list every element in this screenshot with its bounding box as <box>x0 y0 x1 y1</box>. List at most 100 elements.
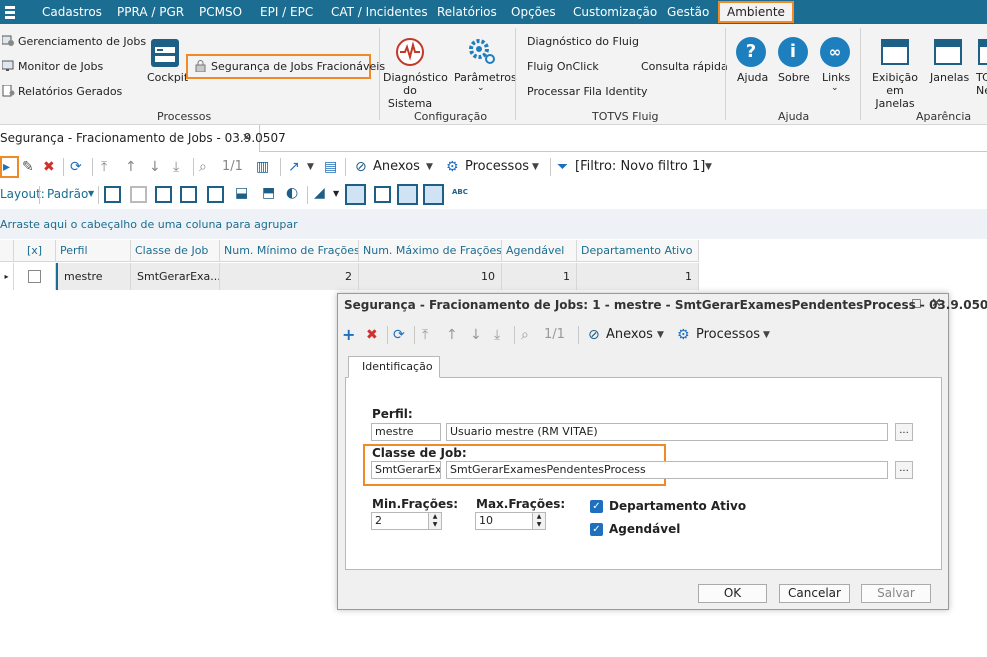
consulta-rapida-link[interactable]: Consulta rápida <box>641 60 728 73</box>
cell-max-fracoes[interactable]: 10 <box>359 263 502 290</box>
app-menu-icon[interactable] <box>0 0 20 24</box>
chart-icon[interactable]: ◢ <box>314 185 325 201</box>
search-icon[interactable]: ⌕ <box>199 153 207 181</box>
maximize-icon[interactable]: ☐ <box>911 297 922 311</box>
departamento-ativo-checkbox[interactable]: ✓ <box>590 500 603 513</box>
add-row-icon[interactable] <box>104 186 121 203</box>
pin-bottom-icon[interactable]: ⬒ <box>262 185 275 201</box>
menu-pcmso[interactable]: PCMSO <box>199 0 242 24</box>
dialog-next-record-icon[interactable]: ↓ <box>470 321 482 349</box>
dialog-last-record-icon[interactable]: ⤓ <box>494 321 500 349</box>
relatorios-gerados-link[interactable]: Relatórios Gerados <box>18 85 122 98</box>
filter-chevron-down-icon[interactable]: ▼ <box>705 153 712 181</box>
cell-min-fracoes[interactable]: 2 <box>220 263 359 290</box>
group-by-bar[interactable]: Arraste aqui o cabeçalho de uma coluna p… <box>0 209 987 239</box>
tab-close-icon[interactable]: ✕ <box>242 131 251 144</box>
menu-relatorios[interactable]: Relatórios <box>437 0 497 24</box>
tab-identificacao[interactable]: Identificação <box>348 356 440 378</box>
janelas-button[interactable]: Janelas <box>930 71 969 84</box>
move-down-icon[interactable] <box>207 186 224 203</box>
edit-pencil-icon[interactable]: ✎ <box>22 153 34 181</box>
max-fracoes-field[interactable]: 10 ▲ ▼ <box>475 512 546 530</box>
min-fracoes-spinner[interactable]: ▲ ▼ <box>428 513 441 529</box>
dialog-attachment-icon[interactable]: ⊘ <box>588 321 600 349</box>
column-header-max-fracoes[interactable]: Num. Máximo de Frações <box>359 240 502 262</box>
dialog-processos-button[interactable]: Processos <box>696 321 760 349</box>
column-header-select[interactable]: [x] <box>14 240 56 262</box>
filter-selector[interactable]: [Filtro: Novo filtro 1] <box>575 153 705 181</box>
dialog-processos-gear-icon[interactable]: ⚙ <box>677 321 690 349</box>
processos-button[interactable]: Processos <box>465 153 529 181</box>
save-button[interactable]: Salvar <box>861 584 931 603</box>
exibicao-janelas-button[interactable]: Exibição em Janelas <box>867 71 923 110</box>
filter-funnel-icon[interactable]: ⏷ <box>557 153 568 181</box>
dialog-refresh-icon[interactable]: ⟳ <box>393 321 405 349</box>
cancel-button[interactable]: Cancelar <box>779 584 850 603</box>
monitor-jobs-link[interactable]: Monitor de Jobs <box>18 60 103 73</box>
seguranca-jobs-button[interactable]: Segurança de Jobs Fracionáveis <box>211 60 385 73</box>
attachment-icon[interactable]: ⊘ <box>355 153 367 181</box>
layout-chevron-down-icon[interactable]: ▼ <box>88 189 94 198</box>
close-icon[interactable]: ✕ <box>931 296 942 311</box>
anexos-chevron-down-icon[interactable]: ▼ <box>426 153 433 181</box>
classe-job-lookup-button[interactable]: ... <box>895 461 913 479</box>
dialog-first-record-icon[interactable]: ⤒ <box>422 321 428 349</box>
ajuda-button[interactable]: Ajuda <box>737 71 768 84</box>
document-icon[interactable]: ▤ <box>324 153 337 181</box>
diagnostico-fluig-link[interactable]: Diagnóstico do Fluig <box>527 35 639 48</box>
menu-customizacao[interactable]: Customização <box>573 0 657 24</box>
ok-button[interactable]: OK <box>698 584 767 603</box>
cell-departamento-ativo[interactable]: 1 <box>577 263 699 290</box>
next-record-icon[interactable]: ↓ <box>149 153 161 181</box>
dialog-anexos-chevron-down-icon[interactable]: ▼ <box>657 321 664 349</box>
parametros-button[interactable]: Parâmetros <box>454 71 517 84</box>
export-icon[interactable]: ↗ <box>288 153 300 181</box>
row-checkbox[interactable] <box>28 270 41 283</box>
first-record-icon[interactable]: ⤒ <box>101 153 107 181</box>
dialog-previous-record-icon[interactable]: ↑ <box>446 321 458 349</box>
perfil-code-field[interactable]: mestre <box>371 423 441 441</box>
new-record-icon[interactable]: ▸ <box>3 153 10 181</box>
partial-ribbon-button[interactable]: TC Ne <box>976 71 987 97</box>
agendavel-checkbox[interactable]: ✓ <box>590 523 603 536</box>
color-palette-icon[interactable]: ◐ <box>286 185 298 201</box>
processos-gear-icon[interactable]: ⚙ <box>446 153 459 181</box>
column-header-classe-job[interactable]: Classe de Job <box>131 240 220 262</box>
delete-x-icon[interactable]: ✖ <box>43 153 55 181</box>
column-header-agendavel[interactable]: Agendável <box>502 240 577 262</box>
menu-epi-epc[interactable]: EPI / EPC <box>260 0 313 24</box>
pin-top-icon[interactable]: ⬓ <box>235 185 248 201</box>
dialog-anexos-button[interactable]: Anexos <box>606 321 653 349</box>
dialog-processos-chevron-down-icon[interactable]: ▼ <box>763 321 770 349</box>
refresh-icon[interactable]: ⟳ <box>70 153 82 181</box>
previous-record-icon[interactable]: ↑ <box>125 153 137 181</box>
move-up-icon[interactable] <box>180 186 197 203</box>
column-header-min-fracoes[interactable]: Num. Mínimo de Frações <box>220 240 359 262</box>
column-header-departamento-ativo[interactable]: Departamento Ativo <box>577 240 699 262</box>
perfil-lookup-button[interactable]: ... <box>895 423 913 441</box>
insert-row-icon[interactable] <box>155 186 172 203</box>
cell-classe-job[interactable]: SmtGerarExa... <box>131 263 220 290</box>
export-chevron-down-icon[interactable]: ▼ <box>307 153 314 181</box>
menu-cadastros[interactable]: Cadastros <box>42 0 102 24</box>
processar-fila-identity-link[interactable]: Processar Fila Identity <box>527 85 648 98</box>
max-fracoes-spinner[interactable]: ▲ ▼ <box>532 513 545 529</box>
column-header-perfil[interactable]: Perfil <box>56 240 131 262</box>
layout-bottom-panel-icon[interactable] <box>345 184 366 205</box>
cell-agendavel[interactable]: 1 <box>502 263 577 290</box>
gerenciamento-jobs-link[interactable]: Gerenciamento de Jobs <box>18 35 146 48</box>
layout-full-icon[interactable] <box>423 184 444 205</box>
cockpit-button[interactable]: Cockpit <box>147 71 188 84</box>
menu-ppra-pgr[interactable]: PPRA / PGR <box>117 0 184 24</box>
diagnostico-sistema-button[interactable]: Diagnóstico do Sistema <box>383 71 448 110</box>
menu-opcoes[interactable]: Opções <box>511 0 556 24</box>
columns-view-icon[interactable]: ▥ <box>256 153 269 181</box>
chart-chevron-down-icon[interactable]: ▼ <box>333 189 339 198</box>
cell-perfil[interactable]: mestre <box>56 263 131 290</box>
dialog-delete-x-icon[interactable]: ✖ <box>366 321 378 349</box>
menu-ambiente[interactable]: Ambiente <box>718 1 794 23</box>
row-select-cell[interactable] <box>14 263 56 290</box>
sobre-button[interactable]: Sobre <box>778 71 810 84</box>
fluig-onclick-link[interactable]: Fluig OnClick <box>527 60 599 73</box>
last-record-icon[interactable]: ⤓ <box>173 153 179 181</box>
